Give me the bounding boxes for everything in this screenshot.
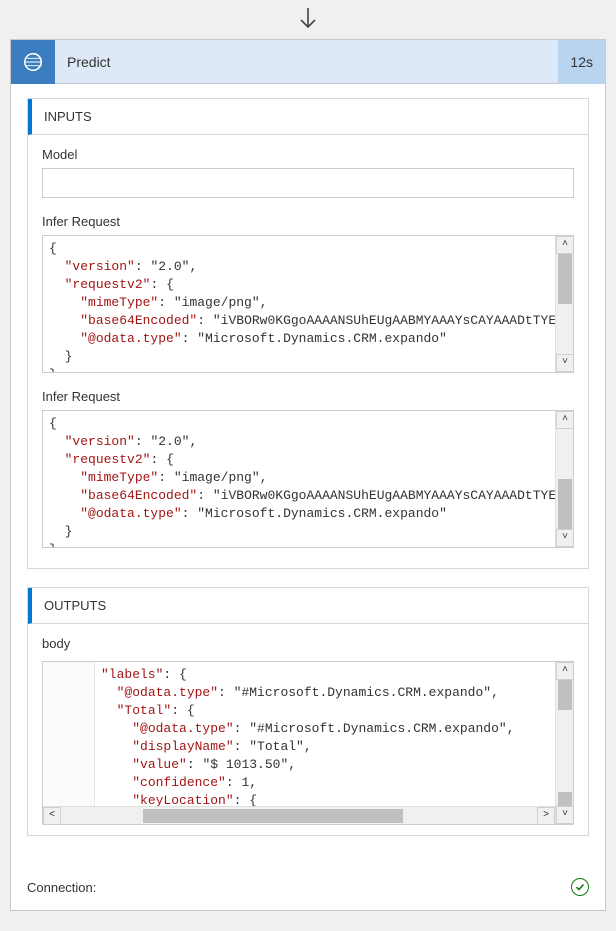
card-title: Predict bbox=[55, 54, 558, 70]
connection-footer: Connection: bbox=[11, 864, 605, 910]
inputs-section-header: INPUTS bbox=[28, 99, 588, 135]
model-label: Model bbox=[42, 147, 574, 162]
outputs-section-header: OUTPUTS bbox=[28, 588, 588, 624]
code-gutter bbox=[43, 662, 95, 806]
status-success-icon bbox=[571, 878, 589, 896]
scrollbar-vertical[interactable]: ˄ ˅ bbox=[555, 411, 573, 547]
predict-step-card: Predict 12s INPUTS Model Infer Request {… bbox=[10, 39, 606, 911]
infer-request-label-2: Infer Request bbox=[42, 389, 574, 404]
inputs-section: INPUTS Model Infer Request { "version": … bbox=[27, 98, 589, 569]
predict-icon bbox=[11, 40, 55, 84]
body-code[interactable]: "labels": { "@odata.type": "#Microsoft.D… bbox=[42, 661, 574, 825]
outputs-section: OUTPUTS body "labels": { "@odata.type": … bbox=[27, 587, 589, 836]
flow-arrow-down-icon bbox=[0, 0, 616, 39]
scrollbar-horizontal[interactable]: ˂ ˃ bbox=[43, 806, 555, 824]
infer-request-code-2[interactable]: { "version": "2.0", "requestv2": { "mime… bbox=[42, 410, 574, 548]
scrollbar-vertical[interactable]: ˄ ˅ bbox=[555, 662, 573, 824]
connection-label: Connection: bbox=[27, 880, 96, 895]
infer-request-code-1[interactable]: { "version": "2.0", "requestv2": { "mime… bbox=[42, 235, 574, 373]
duration-badge: 12s bbox=[558, 40, 605, 84]
infer-request-label-1: Infer Request bbox=[42, 214, 574, 229]
model-input[interactable] bbox=[42, 168, 574, 198]
card-header[interactable]: Predict 12s bbox=[11, 40, 605, 84]
scrollbar-vertical[interactable]: ˄ ˅ bbox=[555, 236, 573, 372]
body-label: body bbox=[42, 636, 574, 651]
